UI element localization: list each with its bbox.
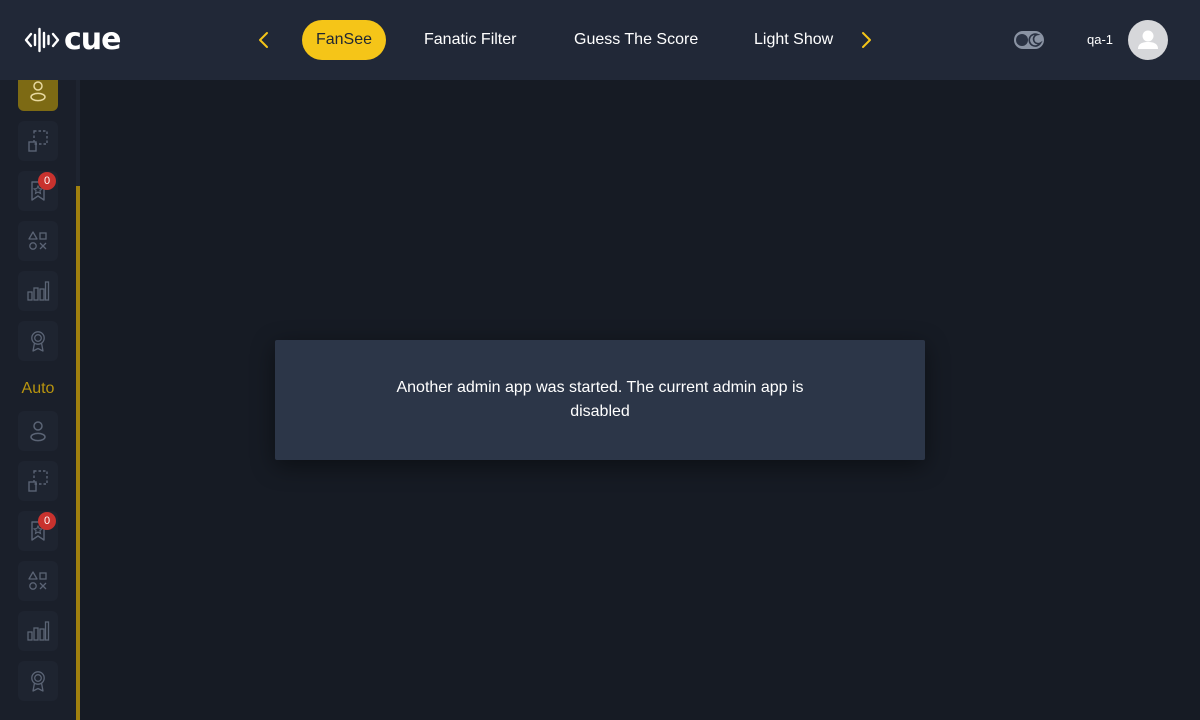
sidebar-item-user-auto[interactable] [18,411,58,451]
notification-badge: 0 [38,172,56,190]
tab-guess-the-score[interactable]: Guess The Score [574,20,698,60]
notification-badge: 0 [38,512,56,530]
shapes-icon [28,571,47,590]
sidebar-item-stats-auto[interactable] [18,611,58,651]
dialog-message: Another admin app was started. The curre… [396,379,804,420]
soundwave-logo-icon [24,27,60,53]
top-navigation-bar: cue FanSee Fanatic Filter Guess The Scor… [0,0,1200,80]
section-label-auto: Auto [21,380,55,397]
user-icon [1138,30,1158,49]
user-icon [30,81,46,102]
disabled-app-dialog: Another admin app was started. The curre… [275,340,925,460]
theme-toggle[interactable] [1014,31,1044,49]
chevron-right-icon[interactable] [854,28,878,52]
sidebar-item-award[interactable] [18,321,58,361]
sidebar-item-stats[interactable] [18,271,58,311]
cue-logo[interactable]: cue [24,22,124,58]
chevron-left-icon[interactable] [252,28,276,52]
avatar[interactable] [1128,20,1168,60]
tab-fansee[interactable]: FanSee [302,20,386,60]
bar-chart-icon [27,281,50,301]
sidebar-item-award-auto[interactable] [18,661,58,701]
award-icon [31,331,45,352]
sidebar-item-shapes-auto[interactable] [18,561,58,601]
sidebar-item-crop-auto[interactable] [18,461,58,501]
tab-light-show[interactable]: Light Show [754,20,833,60]
sidebar-item-crop[interactable] [18,121,58,161]
crop-icon [28,130,48,152]
tab-fanatic-filter[interactable]: Fanatic Filter [424,20,516,60]
bar-chart-icon [27,621,50,641]
award-icon [31,671,45,692]
moon-icon [1028,33,1043,47]
shapes-icon [28,231,47,250]
brand-name: cue [64,22,121,57]
crop-icon [28,470,48,492]
username: qa-1 [1087,32,1114,47]
sidebar-item-shapes[interactable] [18,221,58,261]
user-icon [30,421,46,442]
